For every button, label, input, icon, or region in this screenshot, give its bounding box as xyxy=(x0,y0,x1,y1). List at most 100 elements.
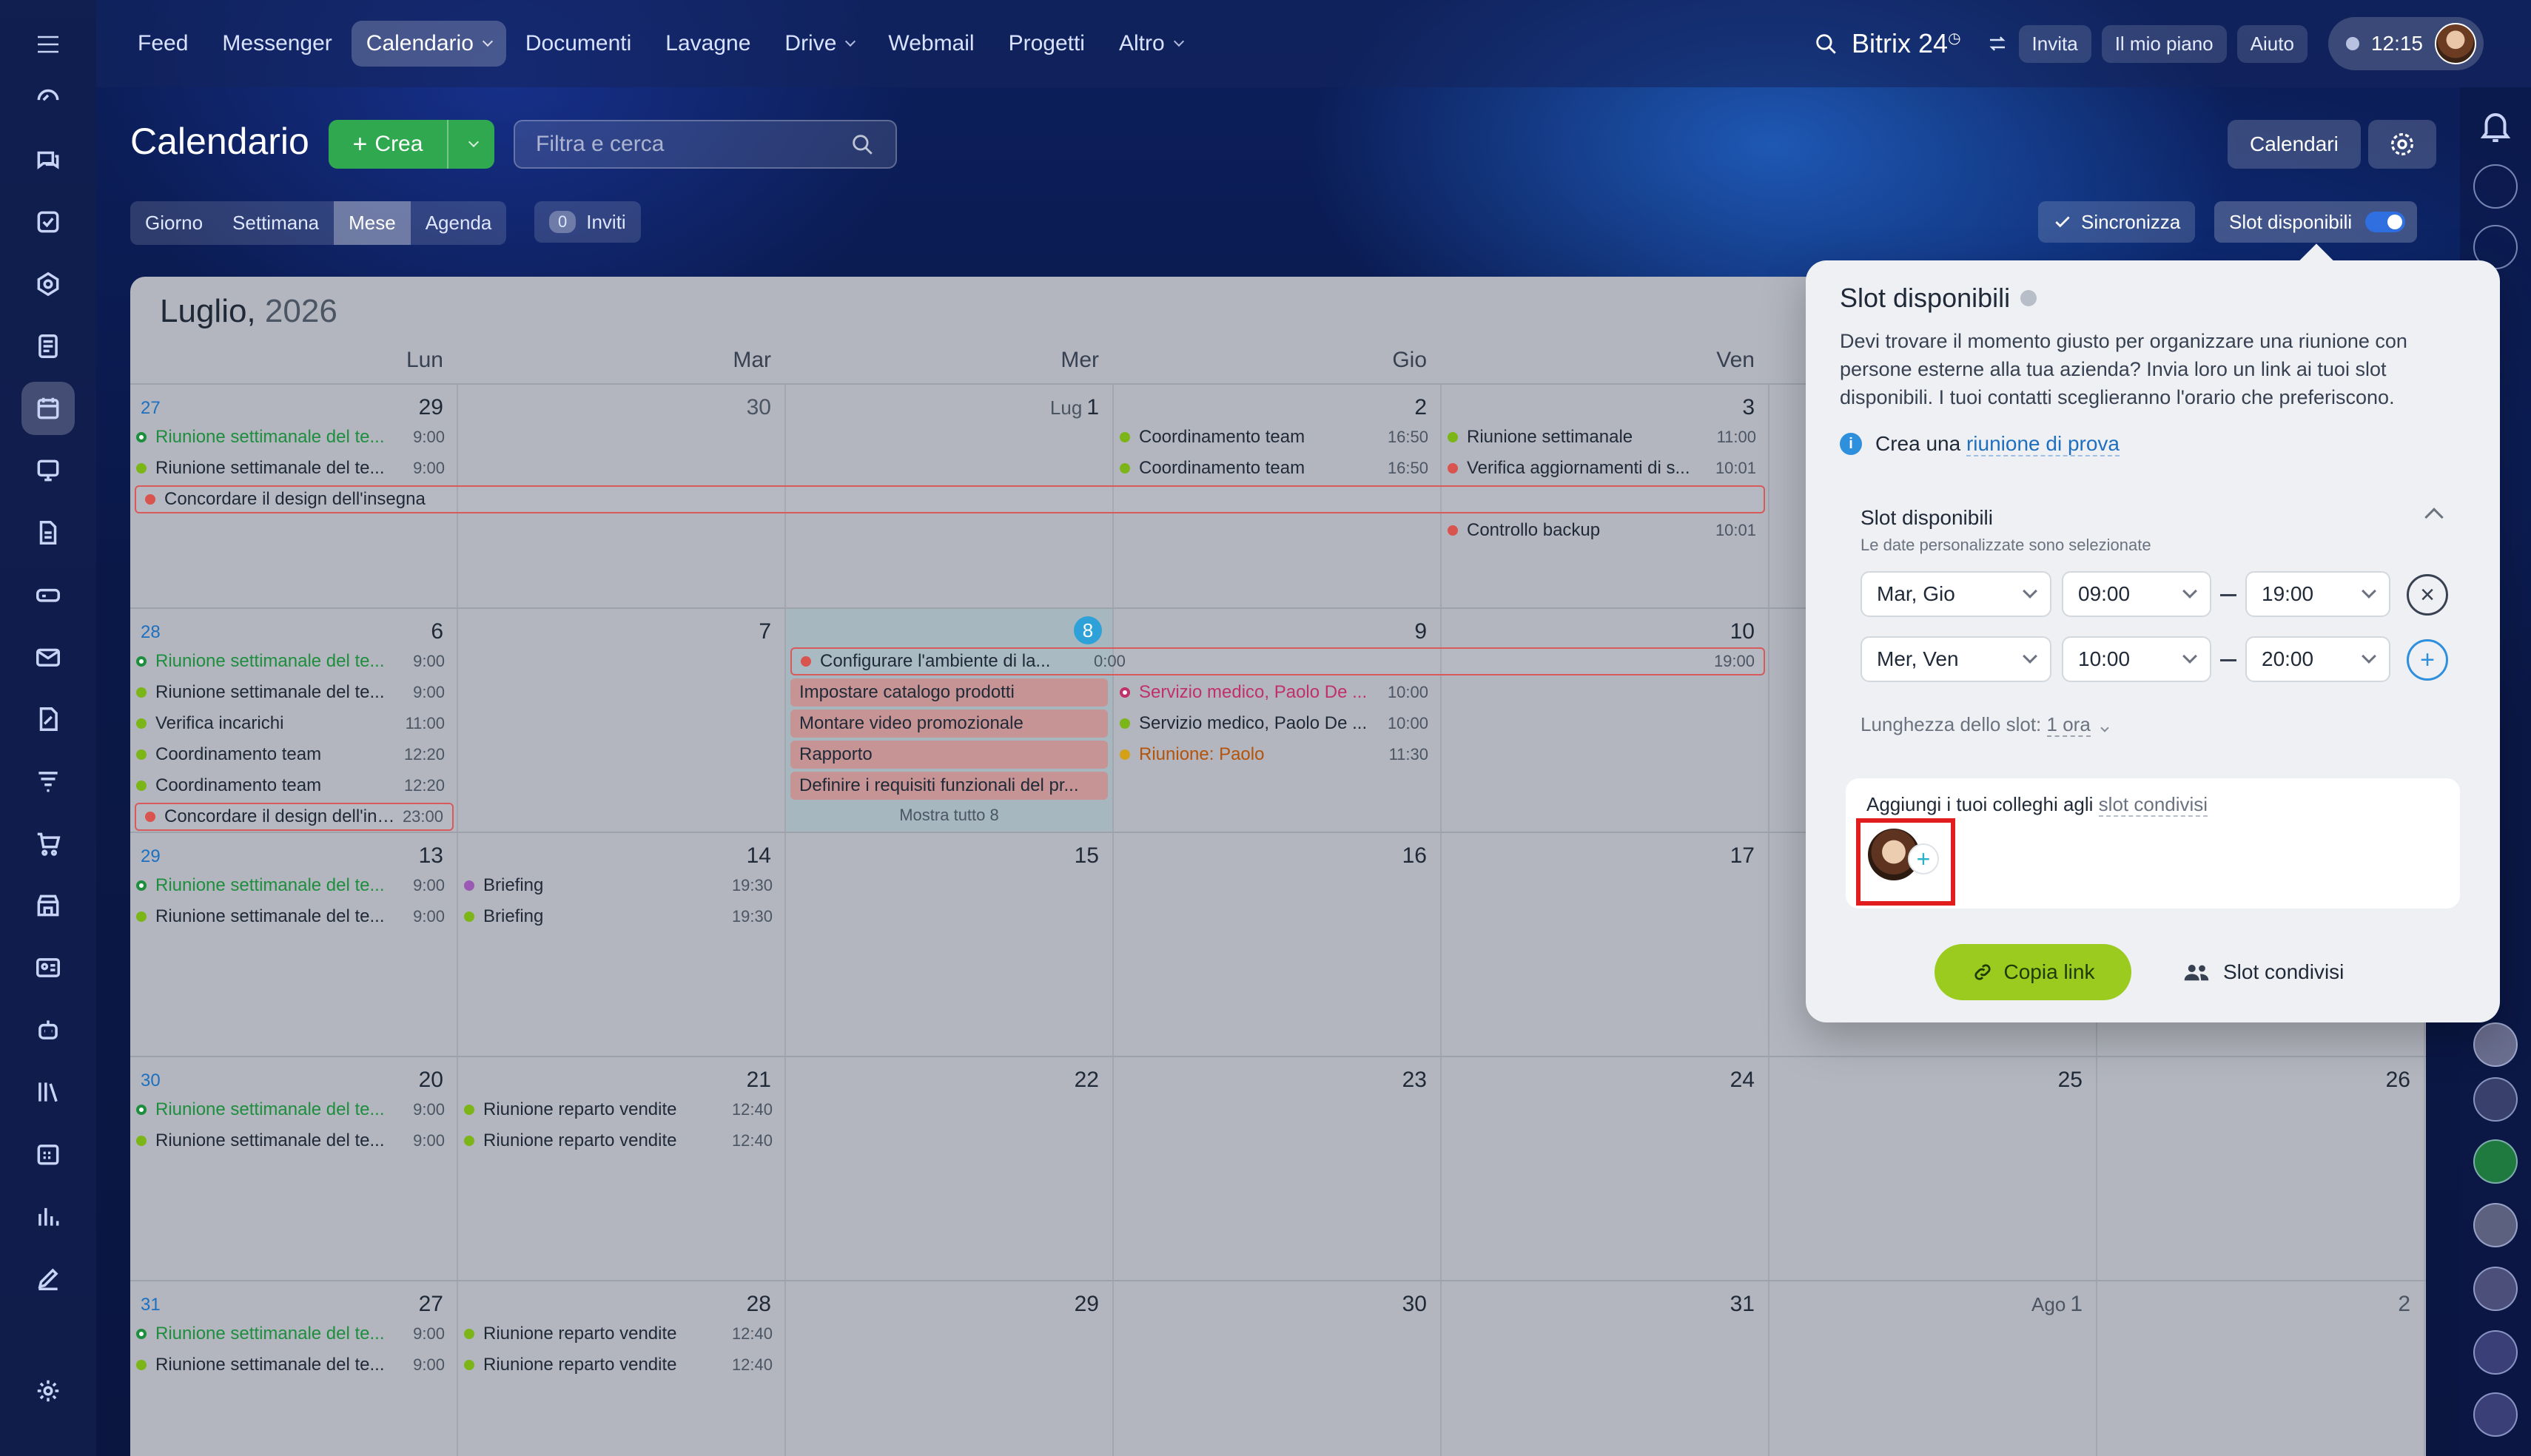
avatar-rail-sd[interactable] xyxy=(2473,1139,2518,1184)
calendar-event[interactable]: Riunione settimanale del te... 9:00 xyxy=(136,1320,445,1348)
gear-icon[interactable] xyxy=(2368,120,2436,169)
day-cell[interactable]: 25 xyxy=(1769,1057,2097,1281)
calendar-event[interactable]: Riunione settimanale del te... 9:00 xyxy=(136,1127,445,1155)
day-number[interactable]: 17 xyxy=(1730,843,1755,869)
menu-icon[interactable] xyxy=(26,27,70,62)
slot-length-select[interactable]: 1 ora xyxy=(2046,713,2091,737)
avatar-rail-2[interactable] xyxy=(2473,1203,2518,1247)
calendars-button[interactable]: Calendari xyxy=(2228,120,2361,169)
crm-icon[interactable] xyxy=(21,257,75,311)
day-number[interactable]: 24 xyxy=(1730,1068,1755,1093)
calendar-event[interactable]: Riunione reparto vendite 12:40 xyxy=(464,1320,773,1348)
docs-icon[interactable] xyxy=(21,320,75,373)
calendar-event[interactable]: Verifica incarichi 11:00 xyxy=(136,710,445,738)
mail-icon[interactable] xyxy=(21,630,75,684)
file-icon[interactable] xyxy=(21,506,75,559)
to-select-2[interactable]: 20:00 xyxy=(2245,636,2390,682)
day-number[interactable]: 14 xyxy=(747,843,771,869)
calendar-event[interactable]: Verifica aggiornamenti di s... 10:01 xyxy=(1448,454,1756,482)
day-cell[interactable]: 10 xyxy=(1442,609,1769,833)
create-dropdown[interactable] xyxy=(448,136,494,148)
from-select-1[interactable]: 09:00 xyxy=(2062,571,2211,617)
day-number[interactable]: 22 xyxy=(1075,1068,1099,1093)
avatar-rail-4[interactable] xyxy=(2473,1330,2518,1375)
copy-link-button[interactable]: Copia link xyxy=(1935,944,2131,1000)
day-number[interactable]: 26 xyxy=(2386,1068,2410,1093)
day-cell[interactable]: 17 xyxy=(1442,833,1769,1057)
help-icon[interactable] xyxy=(2020,290,2037,306)
day-cell[interactable]: 14 Briefing 19:30 Briefing 19:30 xyxy=(458,833,786,1057)
nav-item-drive[interactable]: Drive xyxy=(770,21,869,67)
nav-item-messenger[interactable]: Messenger xyxy=(207,21,346,67)
nav-item-progetti[interactable]: Progetti xyxy=(994,21,1100,67)
day-number[interactable]: 2 xyxy=(2398,1292,2410,1317)
day-number[interactable]: 9 xyxy=(1414,619,1427,644)
pulse-icon[interactable] xyxy=(21,71,75,124)
slots-switch[interactable] xyxy=(2365,212,2406,232)
robot-icon[interactable] xyxy=(21,1003,75,1056)
schedule-icon[interactable] xyxy=(21,1128,75,1181)
calendar-event[interactable]: Montare video promozionale xyxy=(790,710,1108,738)
days-select-2[interactable]: Mer, Ven xyxy=(1861,636,2051,682)
view-tab-settimana[interactable]: Settimana xyxy=(218,201,334,245)
contacts-icon[interactable] xyxy=(21,941,75,994)
day-cell[interactable]: 21 Riunione reparto vendite 12:40 Riunione … xyxy=(458,1057,786,1281)
calendar-event[interactable]: Riunione settimanale 11:00 xyxy=(1448,423,1756,451)
avatar-rail-5[interactable] xyxy=(2473,1392,2518,1437)
day-cell[interactable]: 29 13 Riunione settimanale del te... 9:00 Ri… xyxy=(130,833,458,1057)
day-cell[interactable]: 22 xyxy=(786,1057,1114,1281)
multi-day-event[interactable]: Concordare il design dell'insegna xyxy=(135,485,1765,513)
add-colleague-plus-icon[interactable]: + xyxy=(1908,843,1939,874)
day-number[interactable]: 29 xyxy=(1075,1292,1099,1317)
day-cell[interactable]: 28 Riunione reparto vendite 12:40 Riunione … xyxy=(458,1281,786,1456)
day-cell[interactable]: Ago 1 xyxy=(1769,1281,2097,1456)
day-cell[interactable]: 30 xyxy=(1114,1281,1442,1456)
demo-meeting-link[interactable]: riunione di prova xyxy=(1966,432,2120,456)
calendar-event[interactable]: Riunione settimanale del te... 9:00 xyxy=(136,903,445,931)
funnel-icon[interactable] xyxy=(21,755,75,808)
time-status[interactable]: 12:15 xyxy=(2327,17,2484,70)
pulse-rail-icon[interactable] xyxy=(2473,164,2518,209)
library-icon[interactable] xyxy=(21,1065,75,1119)
calendar-event[interactable]: Impostare catalogo prodotti xyxy=(790,678,1108,707)
boards-icon[interactable] xyxy=(21,444,75,497)
nav-item-lavagne[interactable]: Lavagne xyxy=(651,21,765,67)
nav-item-calendario[interactable]: Calendario xyxy=(351,21,506,67)
day-number[interactable]: 30 xyxy=(1402,1292,1427,1317)
day-cell[interactable]: 31 27 Riunione settimanale del te... 9:00 Ri… xyxy=(130,1281,458,1456)
day-number[interactable]: 29 xyxy=(419,395,443,420)
calendar-event[interactable]: Controllo backup 10:01 xyxy=(1448,516,1756,545)
calendar-event[interactable]: Servizio medico, Paolo De ... 10:00 xyxy=(1120,678,1428,707)
calendar-event[interactable]: Riunione settimanale del te... 9:00 xyxy=(136,1351,445,1379)
day-number[interactable]: 15 xyxy=(1075,843,1099,869)
avatar-rail-3[interactable] xyxy=(2473,1267,2518,1311)
slots-toggle-button[interactable]: Slot disponibili xyxy=(2214,201,2418,243)
multi-day-event[interactable]: Configurare l'ambiente di la... 0:00 19:00 xyxy=(790,647,1765,675)
from-select-2[interactable]: 10:00 xyxy=(2062,636,2211,682)
day-number[interactable]: 3 xyxy=(1742,395,1755,420)
avatar-rail-ss[interactable] xyxy=(2473,1077,2518,1122)
search-icon[interactable] xyxy=(850,132,875,157)
day-cell[interactable]: 9 Servizio medico, Paolo De ... 10:00 Servi… xyxy=(1114,609,1442,833)
calendar-event[interactable]: Riunione settimanale del te... 9:00 xyxy=(136,678,445,707)
day-number[interactable]: 10 xyxy=(1730,619,1755,644)
search-icon[interactable] xyxy=(1813,31,1838,56)
day-number[interactable]: 20 xyxy=(419,1068,443,1093)
calendar-event[interactable]: Riunione reparto vendite 12:40 xyxy=(464,1096,773,1124)
day-number[interactable]: 6 xyxy=(431,619,443,644)
view-tab-giorno[interactable]: Giorno xyxy=(130,201,218,245)
invites-button[interactable]: 0 Inviti xyxy=(534,201,641,243)
nav-item-webmail[interactable]: Webmail xyxy=(873,21,989,67)
day-number[interactable]: 25 xyxy=(2058,1068,2083,1093)
day-cell[interactable]: 8 Impostare catalogo prodotti Montare vide… xyxy=(786,609,1114,833)
pen-icon[interactable] xyxy=(21,1252,75,1305)
shared-slots-link[interactable]: slot condivisi xyxy=(2098,793,2208,817)
week-number[interactable]: 29 xyxy=(141,846,161,867)
add-row-button[interactable]: + xyxy=(2407,639,2448,681)
drive-icon[interactable] xyxy=(21,568,75,621)
day-number[interactable]: 23 xyxy=(1402,1068,1427,1093)
nav-item-altro[interactable]: Altro xyxy=(1104,21,1197,67)
calendar-event[interactable]: Servizio medico, Paolo De ... 10:00 xyxy=(1120,710,1428,738)
calendar-event[interactable]: Riunione settimanale del te... 9:00 xyxy=(136,872,445,900)
view-tab-agenda[interactable]: Agenda xyxy=(411,201,507,245)
